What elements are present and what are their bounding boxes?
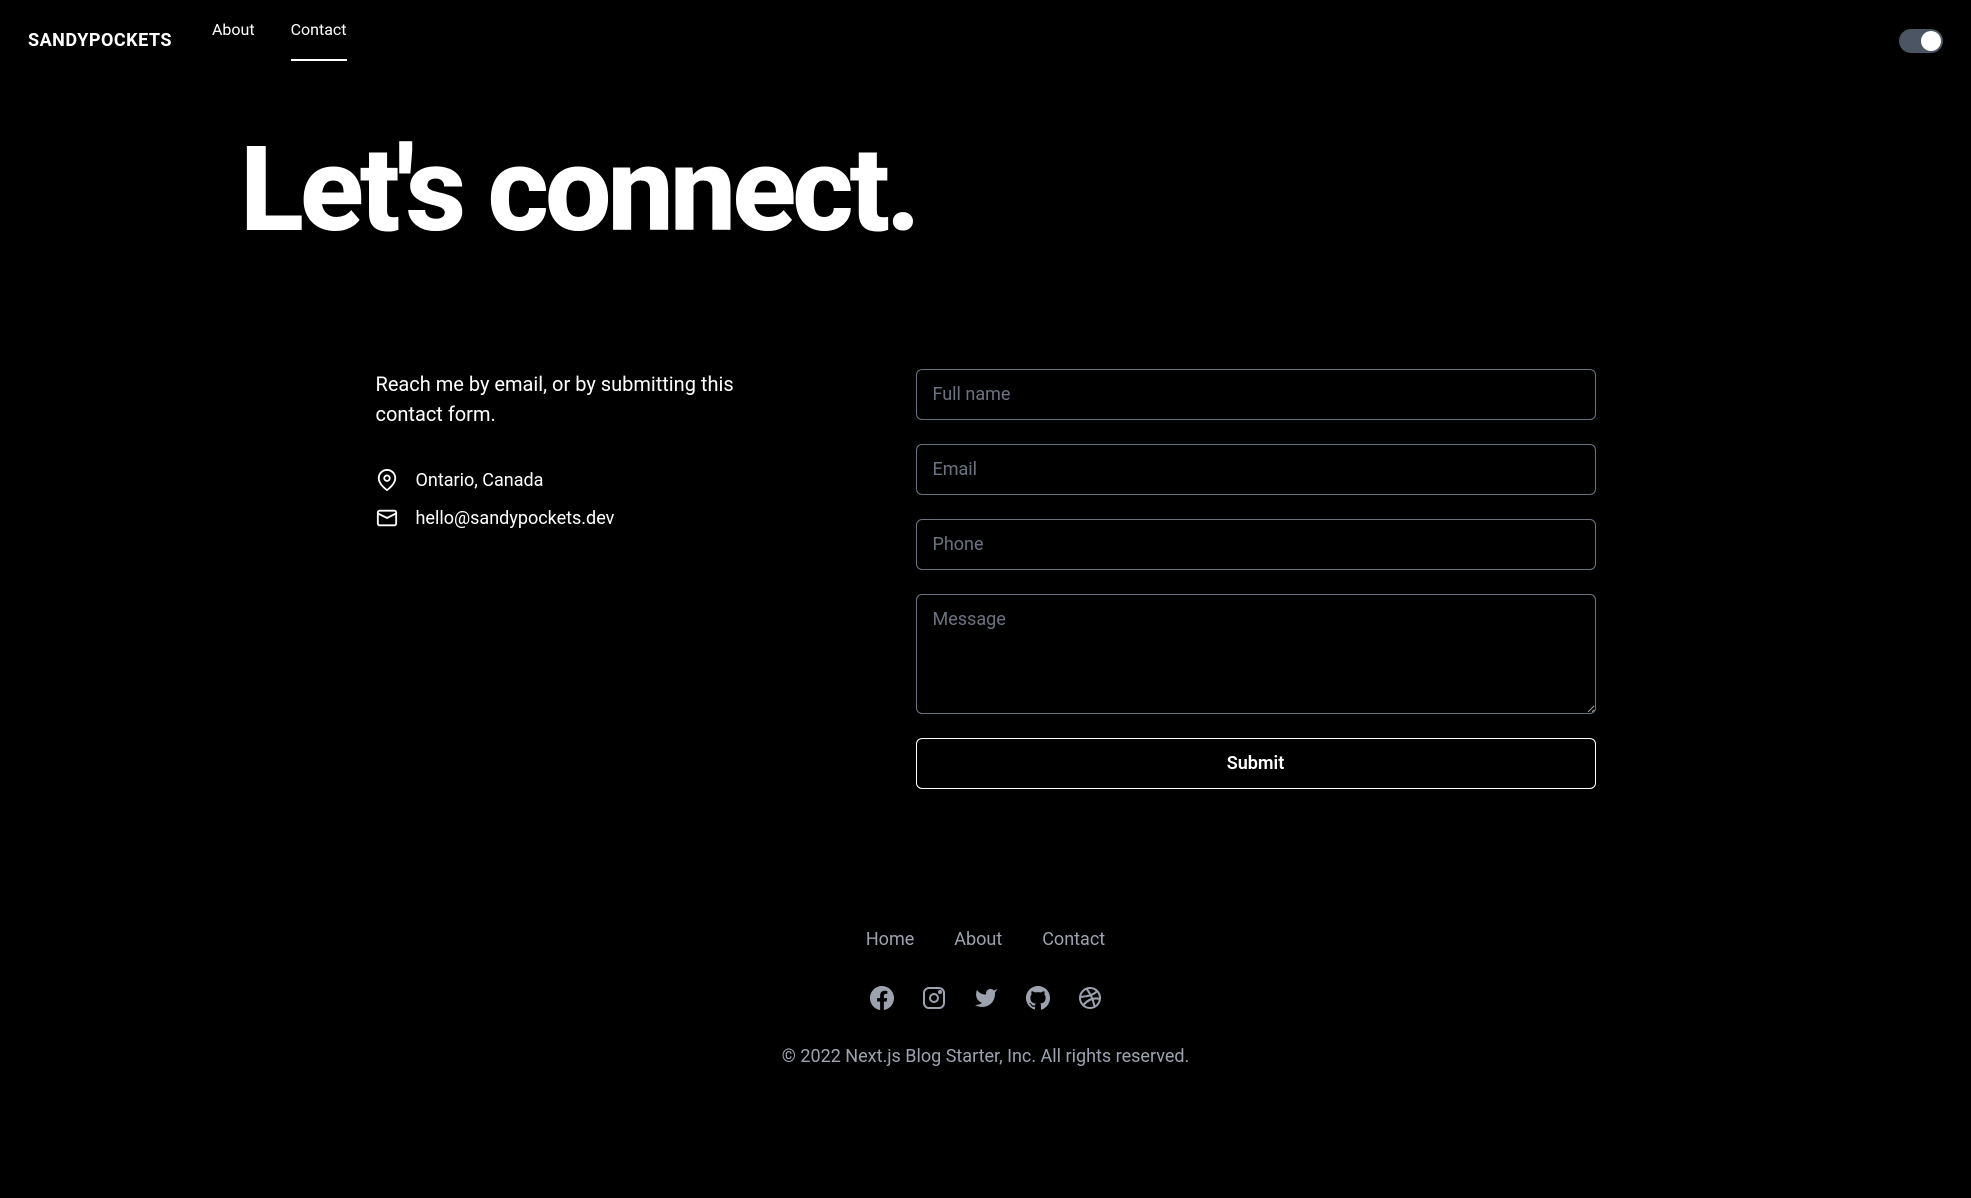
nav-links: About Contact [212,20,347,61]
dribbble-icon[interactable] [1078,986,1102,1010]
footer: Home About Contact © 2022 Next.js Blog S… [0,929,1971,1127]
location-icon [376,469,398,491]
nav-contact[interactable]: Contact [291,20,347,61]
hero-section: Let's connect. [0,81,1971,369]
fullname-input[interactable] [916,369,1596,420]
contact-email: hello@sandypockets.dev [376,507,796,529]
footer-link-about[interactable]: About [954,929,1002,950]
contact-form: Submit [916,369,1596,789]
facebook-icon[interactable] [870,986,894,1010]
theme-toggle[interactable] [1899,29,1943,53]
copyright: © 2022 Next.js Blog Starter, Inc. All ri… [0,1046,1971,1067]
instagram-icon[interactable] [922,986,946,1010]
brand-logo[interactable]: SANDYPOCKETS [28,30,172,51]
mail-icon [376,507,398,529]
email-text: hello@sandypockets.dev [416,508,615,529]
nav-about[interactable]: About [212,20,255,61]
nav-left: SANDYPOCKETS About Contact [28,20,347,61]
footer-nav: Home About Contact [0,929,1971,950]
footer-link-home[interactable]: Home [866,929,914,950]
message-input[interactable] [916,594,1596,714]
contact-intro: Reach me by email, or by submitting this… [376,369,796,429]
main-content: Reach me by email, or by submitting this… [336,369,1636,789]
social-icons [0,986,1971,1010]
page-title: Let's connect. [240,131,1971,249]
github-icon[interactable] [1026,986,1050,1010]
contact-location: Ontario, Canada [376,469,796,491]
footer-link-contact[interactable]: Contact [1042,929,1105,950]
contact-info: Reach me by email, or by submitting this… [376,369,796,789]
header: SANDYPOCKETS About Contact [0,0,1971,81]
email-input[interactable] [916,444,1596,495]
twitter-icon[interactable] [974,986,998,1010]
toggle-knob [1921,31,1941,51]
submit-button[interactable]: Submit [916,738,1596,789]
location-text: Ontario, Canada [416,470,544,491]
phone-input[interactable] [916,519,1596,570]
